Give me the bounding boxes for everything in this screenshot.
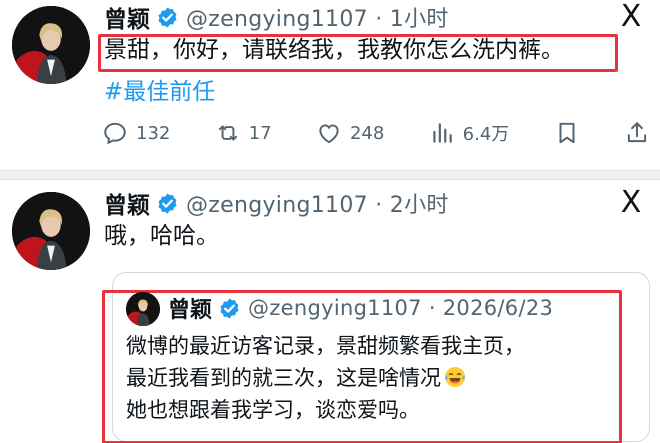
avatar[interactable]: [12, 6, 90, 84]
retweet-button[interactable]: 17: [215, 120, 272, 146]
tweet-header: 曾颖 @zengying1107 · 1小时: [104, 0, 449, 34]
quoted-avatar[interactable]: [126, 292, 160, 326]
verified-badge-icon: [218, 297, 241, 320]
quoted-handle-and-date[interactable]: @zengying1107 · 2026/6/23: [248, 296, 553, 320]
author-name[interactable]: 曾颖: [104, 186, 150, 220]
views-button[interactable]: 6.4万: [429, 120, 510, 146]
quoted-line: 最近我看到的就三次，这是啥情况: [126, 362, 525, 394]
quoted-author-name[interactable]: 曾颖: [168, 292, 212, 324]
bookmark-icon: [559, 122, 575, 144]
views-chart-icon: [432, 123, 452, 143]
tweet-card[interactable]: 曾颖 @zengying1107 · 1小时 X 景甜，你好，请联络我，我教你怎…: [0, 0, 660, 170]
reply-icon: [104, 122, 126, 145]
hashtag-link[interactable]: #最佳前任: [104, 72, 215, 106]
like-count: 248: [349, 122, 385, 144]
x-logo-icon: X: [620, 0, 642, 34]
handle-and-time[interactable]: @zengying1107 · 1小时: [186, 1, 449, 33]
feed-divider: [0, 170, 660, 180]
tweet-text: 哦，哈哈。: [104, 223, 219, 249]
quoted-line: 微博的最近访客记录，景甜频繁看我主页，: [126, 334, 525, 358]
tweet-actions: 132 17 248 6.4万: [102, 118, 650, 148]
tears-of-joy-emoji-icon: [443, 365, 467, 389]
handle-and-time[interactable]: @zengying1107 · 2小时: [186, 187, 449, 219]
author-name[interactable]: 曾颖: [104, 0, 150, 34]
quoted-line-text: 最近我看到的就三次，这是啥情况: [126, 366, 441, 390]
avatar[interactable]: [12, 192, 90, 270]
reply-count: 132: [136, 122, 171, 144]
quoted-line: 她也想跟着我学习，谈恋爱吗。: [126, 398, 420, 422]
retweet-count: 17: [248, 122, 272, 144]
reply-button[interactable]: 132: [102, 120, 170, 146]
quoted-tweet-text: 微博的最近访客记录，景甜频繁看我主页， 最近我看到的就三次，这是啥情况 她也想跟…: [126, 330, 525, 426]
quoted-tweet-header: 曾颖 @zengying1107 · 2026/6/23: [168, 290, 553, 326]
highlight-box: [98, 34, 618, 72]
share-button[interactable]: [624, 120, 650, 146]
tweet-header: 曾颖 @zengying1107 · 2小时: [104, 186, 449, 220]
share-icon: [627, 122, 647, 143]
retweet-icon: [218, 125, 237, 141]
verified-badge-icon: [156, 192, 179, 215]
like-button[interactable]: 248: [316, 120, 384, 146]
view-count: 6.4万: [462, 124, 510, 145]
tweet-card[interactable]: 曾颖 @zengying1107 · 2小时 X 哦，哈哈。 曾颖 @zengy…: [0, 180, 660, 443]
verified-badge-icon: [156, 6, 179, 29]
x-logo-icon: X: [620, 185, 642, 220]
heart-icon: [319, 124, 339, 144]
bookmark-button[interactable]: [554, 120, 580, 146]
